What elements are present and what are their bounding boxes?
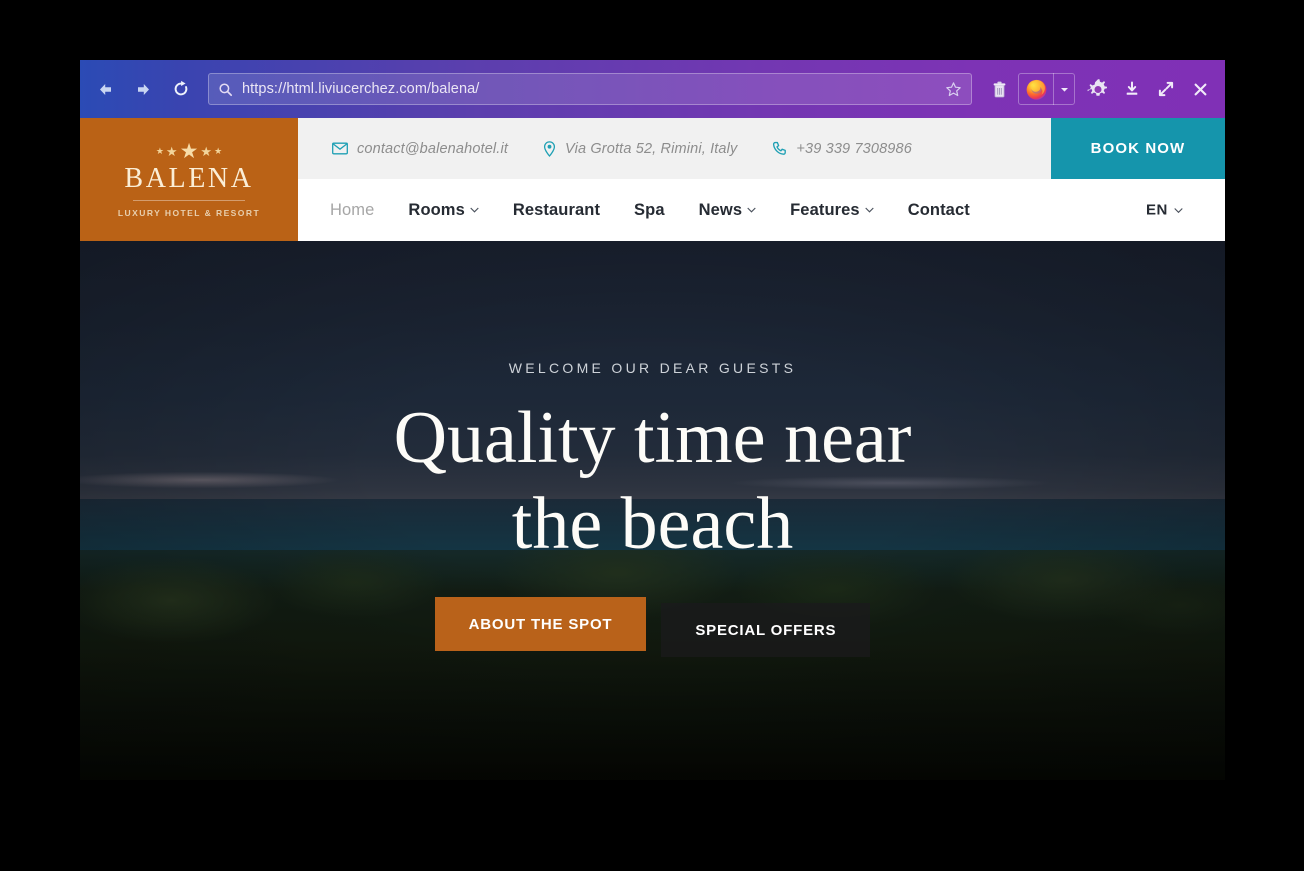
download-button[interactable] [1115, 72, 1149, 106]
settings-button[interactable] [1081, 72, 1115, 106]
book-now-button[interactable]: BOOK NOW [1051, 118, 1225, 179]
header-right: contact@balenahotel.it Via Grotta 52, Ri… [298, 118, 1225, 241]
location-pin-icon [543, 140, 556, 157]
close-button[interactable] [1183, 72, 1217, 106]
browser-toolbar: https://html.liviucerchez.com/balena/ [80, 60, 1225, 118]
logo-divider [133, 199, 245, 201]
language-selector[interactable]: EN [1146, 202, 1183, 219]
nav-label: Restaurant [512, 200, 601, 219]
arrow-right-icon [137, 83, 149, 95]
nav-item-restaurant[interactable]: Restaurant [513, 201, 600, 220]
contact-bar: contact@balenahotel.it Via Grotta 52, Ri… [298, 118, 1225, 179]
hero-title-line-1: Quality time near [393, 397, 912, 479]
nav-item-features[interactable]: Features [790, 201, 874, 220]
firefox-button-group [1018, 73, 1075, 105]
star-icon[interactable] [945, 81, 962, 98]
nav-item-home[interactable]: Home [330, 201, 374, 220]
phone-icon [772, 141, 787, 156]
gear-icon [1087, 79, 1107, 96]
special-offers-button[interactable]: SPECIAL OFFERS [661, 603, 871, 657]
browser-window: https://html.liviucerchez.com/balena/ ★ … [80, 60, 1225, 780]
hero-eyebrow: WELCOME OUR DEAR GUESTS [508, 360, 797, 376]
chevron-down-icon [470, 207, 479, 213]
arrow-left-icon [99, 83, 111, 95]
contact-email[interactable]: contact@balenahotel.it [332, 141, 508, 157]
language-label: EN [1145, 201, 1168, 219]
page-viewport: ★ ★ ★ ★ ★ BALENA LUXURY HOTEL & RESORT c… [80, 118, 1225, 780]
reload-icon [174, 80, 188, 96]
chevron-down-icon [1174, 207, 1183, 213]
site-header: ★ ★ ★ ★ ★ BALENA LUXURY HOTEL & RESORT c… [80, 118, 1225, 241]
hero-title: Quality time near the beach [394, 395, 912, 567]
hero-content: WELCOME OUR DEAR GUESTS Quality time nea… [80, 241, 1225, 657]
contact-address-text: Via Grotta 52, Rimini, Italy [565, 140, 738, 157]
url-text[interactable]: https://html.liviucerchez.com/balena/ [242, 81, 937, 97]
contact-phone[interactable]: +39 339 7308986 [772, 141, 912, 157]
nav-label: Contact [907, 200, 970, 219]
about-the-spot-button[interactable]: ABOUT THE SPOT [434, 597, 647, 651]
trash-icon [993, 81, 1005, 97]
nav-item-rooms[interactable]: Rooms [408, 200, 479, 220]
navigation-buttons [80, 75, 195, 103]
chevron-down-icon [747, 207, 756, 213]
mail-icon [332, 142, 348, 155]
nav-item-contact[interactable]: Contact [908, 201, 970, 220]
download-icon [1126, 81, 1138, 95]
star-icon: ★ [214, 146, 223, 156]
firefox-button[interactable] [1019, 78, 1053, 101]
close-icon [1194, 83, 1206, 95]
hero-section: WELCOME OUR DEAR GUESTS Quality time nea… [80, 241, 1225, 780]
address-bar[interactable]: https://html.liviucerchez.com/balena/ [208, 73, 972, 105]
nav-label: Features [790, 200, 860, 219]
nav-label: Rooms [408, 200, 465, 219]
chevron-down-icon [1060, 87, 1068, 92]
maximize-button[interactable] [1149, 72, 1183, 106]
hero-cta-group: ABOUT THE SPOT SPECIAL OFFERS [434, 597, 871, 657]
star-icon: ★ [155, 146, 164, 156]
maximize-icon [1158, 81, 1174, 97]
contact-phone-text: +39 339 7308986 [796, 140, 912, 157]
firefox-icon [1026, 79, 1046, 100]
main-navigation: Home Rooms Restaurant Spa News Features … [298, 179, 1225, 241]
site-logo[interactable]: ★ ★ ★ ★ ★ BALENA LUXURY HOTEL & RESORT [80, 118, 298, 241]
star-icon: ★ [165, 144, 178, 159]
toolbar-right-actions [982, 72, 1225, 106]
forward-button[interactable] [129, 75, 157, 103]
nav-label: News [698, 200, 743, 219]
firefox-dropdown-button[interactable] [1054, 84, 1074, 95]
back-button[interactable] [91, 75, 119, 103]
star-icon: ★ [179, 140, 199, 163]
brand-tagline: LUXURY HOTEL & RESORT [117, 207, 261, 218]
brand-name: BALENA [124, 162, 254, 194]
nav-label: Spa [634, 200, 665, 219]
nav-item-news[interactable]: News [699, 201, 757, 220]
logo-stars: ★ ★ ★ ★ ★ [155, 140, 223, 163]
reload-button[interactable] [167, 75, 195, 103]
chevron-down-icon [865, 207, 874, 213]
search-icon [218, 82, 233, 97]
nav-label: Home [330, 200, 375, 219]
contact-email-text: contact@balenahotel.it [357, 140, 509, 157]
trash-button[interactable] [982, 72, 1016, 106]
hero-title-line-2: the beach [511, 483, 794, 565]
star-icon: ★ [200, 144, 213, 159]
contact-address[interactable]: Via Grotta 52, Rimini, Italy [543, 141, 737, 157]
nav-item-spa[interactable]: Spa [634, 201, 665, 220]
